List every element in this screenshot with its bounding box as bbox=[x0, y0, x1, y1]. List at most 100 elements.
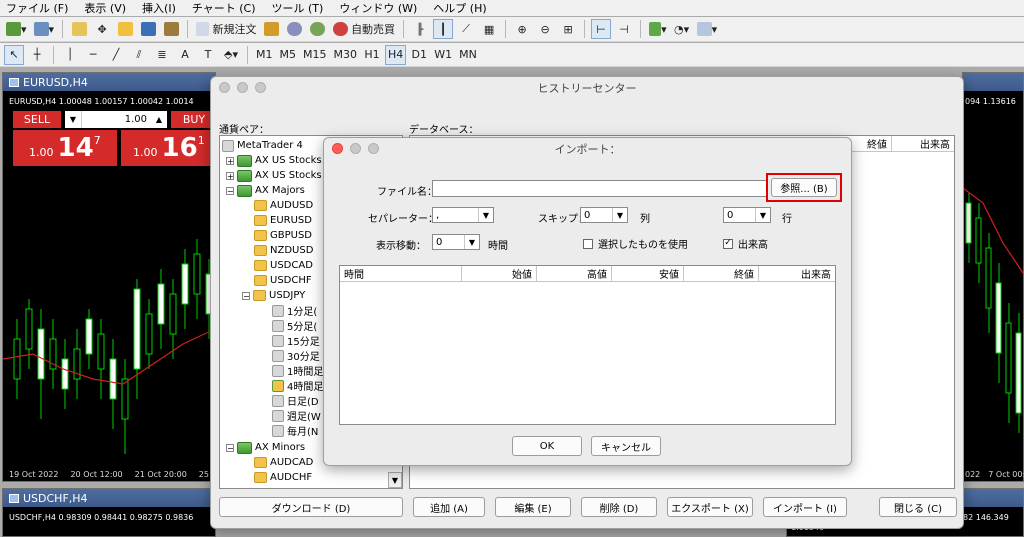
delete-button[interactable]: 削除 (D) bbox=[581, 497, 657, 517]
column-low[interactable]: 安値 bbox=[612, 266, 684, 281]
tree-period[interactable]: 1時間足 bbox=[272, 363, 323, 378]
tree-symbol[interactable]: AUDCAD bbox=[254, 455, 313, 470]
chart-shift-icon[interactable]: ⊣ bbox=[614, 19, 634, 39]
signals-icon[interactable] bbox=[285, 19, 305, 39]
tree-group[interactable]: + AX US Stocks 1 bbox=[226, 153, 331, 168]
tree-root[interactable]: MetaTrader 4 bbox=[222, 138, 303, 153]
market-icon[interactable] bbox=[308, 19, 328, 39]
tree-symbol[interactable]: − USDJPY bbox=[242, 288, 305, 303]
eurusd-window-title[interactable]: EURUSD,H4 bbox=[3, 73, 215, 91]
column-volume[interactable]: 出来高 bbox=[892, 136, 954, 151]
separator-select[interactable]: , ▼ bbox=[432, 207, 494, 223]
edit-button[interactable]: 編集 (E) bbox=[495, 497, 571, 517]
timeframe-h4[interactable]: H4 bbox=[385, 44, 407, 65]
tree-period[interactable]: 15分足 bbox=[272, 333, 320, 348]
usdchf-chart-window[interactable]: USDCHF,H4 USDCHF,H4 0.98309 0.98441 0.98… bbox=[2, 488, 216, 537]
periods-icon[interactable]: ◔▾ bbox=[672, 19, 692, 39]
sell-price-panel[interactable]: 1.00 14 7 bbox=[13, 130, 117, 166]
zoom-dot-icon[interactable] bbox=[368, 143, 379, 154]
new-chart-icon[interactable]: ▾ bbox=[4, 19, 29, 39]
horizontal-line-icon[interactable]: ─ bbox=[83, 45, 103, 65]
volume-checkbox[interactable]: ✓ bbox=[723, 238, 733, 249]
tree-group[interactable]: − AX Majors bbox=[226, 183, 305, 198]
scroll-down-arrow-icon[interactable]: ▼ bbox=[388, 472, 402, 488]
timeframe-m30[interactable]: M30 bbox=[332, 45, 360, 65]
tree-period[interactable]: 1分足( bbox=[272, 303, 317, 318]
buy-price-panel[interactable]: 1.00 16 1 bbox=[121, 130, 221, 166]
equidistant-channel-icon[interactable]: ⫽ bbox=[129, 45, 149, 65]
tree-symbol[interactable]: EURUSD bbox=[254, 213, 312, 228]
timeframe-h1[interactable]: H1 bbox=[362, 45, 382, 65]
menu-view[interactable]: 表示 (V) bbox=[78, 0, 136, 16]
templates-icon[interactable]: ▾ bbox=[695, 19, 720, 39]
skip-columns-select[interactable]: 0 ▼ bbox=[580, 207, 628, 223]
history-center-titlebar[interactable]: ヒストリーセンター bbox=[211, 77, 963, 99]
navigator-icon[interactable] bbox=[115, 19, 135, 39]
minimize-dot-icon[interactable] bbox=[237, 82, 248, 93]
grid-icon[interactable]: ▦ bbox=[479, 19, 499, 39]
timeframe-mn[interactable]: MN bbox=[457, 45, 479, 65]
vertical-line-icon[interactable]: │ bbox=[60, 45, 80, 65]
text-label-icon[interactable]: T bbox=[198, 45, 218, 65]
sell-button[interactable]: SELL bbox=[13, 111, 61, 128]
volume-input[interactable]: 1.00 bbox=[81, 111, 151, 128]
use-selected-option[interactable]: 選択したものを使用 bbox=[583, 236, 688, 251]
minimize-dot-icon[interactable] bbox=[350, 143, 361, 154]
add-button[interactable]: 追加 (A) bbox=[413, 497, 485, 517]
import-button[interactable]: インポート (I) bbox=[763, 497, 847, 517]
collapse-minus-icon[interactable]: − bbox=[242, 291, 250, 300]
import-titlebar[interactable]: インポート： bbox=[324, 138, 851, 160]
menu-chart[interactable]: チャート (C) bbox=[186, 0, 266, 16]
profiles-icon[interactable]: ▾ bbox=[32, 19, 57, 39]
zoom-out-icon[interactable]: ⊖ bbox=[535, 19, 555, 39]
new-order-button[interactable]: 新規注文 bbox=[194, 19, 259, 39]
tree-group[interactable]: + AX US Stocks 2 bbox=[226, 168, 331, 183]
tree-symbol[interactable]: GBPUSD bbox=[254, 228, 312, 243]
tree-symbol[interactable]: USDCAD bbox=[254, 258, 313, 273]
export-button[interactable]: エクスポート (X) bbox=[667, 497, 753, 517]
tree-period[interactable]: 毎月(N bbox=[272, 423, 318, 438]
terminal-icon[interactable] bbox=[138, 19, 158, 39]
metaeditor-icon[interactable] bbox=[262, 19, 282, 39]
column-time[interactable]: 時間 bbox=[340, 266, 462, 281]
tree-symbol[interactable]: USDCHF bbox=[254, 273, 312, 288]
crosshair-icon[interactable]: ┼ bbox=[27, 45, 47, 65]
timeframe-m15[interactable]: M15 bbox=[301, 45, 329, 65]
data-window-icon[interactable]: ✥ bbox=[92, 19, 112, 39]
tree-symbol[interactable]: NZDUSD bbox=[254, 243, 313, 258]
candlestick-icon[interactable]: ┃ bbox=[433, 19, 454, 39]
right-window-title[interactable] bbox=[963, 73, 1023, 91]
tree-period[interactable]: 5分足( bbox=[272, 318, 317, 333]
menu-tools[interactable]: ツール (T) bbox=[266, 0, 334, 16]
collapse-minus-icon[interactable]: − bbox=[226, 443, 234, 452]
arrows-icon[interactable]: ⬘▾ bbox=[221, 45, 241, 65]
skip-rows-select[interactable]: 0 ▼ bbox=[723, 207, 771, 223]
collapse-minus-icon[interactable]: − bbox=[226, 186, 234, 195]
file-name-input[interactable] bbox=[432, 180, 768, 197]
bar-chart-icon[interactable]: ╟ bbox=[410, 19, 430, 39]
volume-option[interactable]: ✓ 出来高 bbox=[723, 236, 768, 251]
timeframe-m5[interactable]: M5 bbox=[278, 45, 299, 65]
zoom-dot-icon[interactable] bbox=[255, 82, 266, 93]
tile-windows-icon[interactable]: ⊞ bbox=[558, 19, 578, 39]
time-shift-select[interactable]: 0 ▼ bbox=[432, 234, 480, 250]
tree-period[interactable]: 日足(D bbox=[272, 393, 319, 408]
menu-insert[interactable]: 挿入(I) bbox=[136, 0, 186, 16]
close-button[interactable]: 閉じる (C) bbox=[879, 497, 957, 517]
tree-period[interactable]: 30分足 bbox=[272, 348, 320, 363]
indicators-icon[interactable]: ▾ bbox=[647, 19, 669, 39]
tree-symbol[interactable]: AUDUSD bbox=[254, 198, 313, 213]
cancel-button[interactable]: キャンセル bbox=[591, 436, 661, 456]
tester-icon[interactable] bbox=[161, 19, 181, 39]
tree-group[interactable]: − AX Minors bbox=[226, 440, 305, 455]
market-watch-icon[interactable] bbox=[69, 19, 89, 39]
menu-file[interactable]: ファイル (F) bbox=[0, 0, 78, 16]
auto-scroll-icon[interactable]: ⊢ bbox=[591, 19, 612, 39]
timeframe-w1[interactable]: W1 bbox=[432, 45, 454, 65]
tree-symbol[interactable]: AUDCHF bbox=[254, 470, 312, 485]
tree-period-selected[interactable]: 4時間足 bbox=[272, 378, 323, 393]
use-selected-checkbox[interactable] bbox=[583, 238, 593, 249]
usdchf-window-title[interactable]: USDCHF,H4 bbox=[3, 489, 215, 507]
text-icon[interactable]: A bbox=[175, 45, 195, 65]
fibonacci-icon[interactable]: ≣ bbox=[152, 45, 172, 65]
